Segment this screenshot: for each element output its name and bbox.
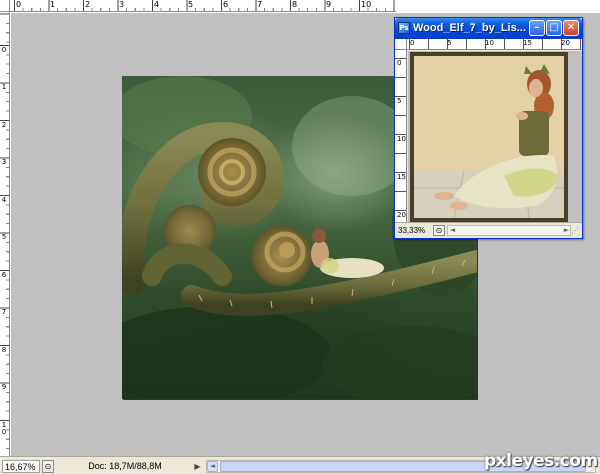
- ruler-top-label: 6: [223, 0, 229, 9]
- ruler-top-label: 5: [188, 0, 194, 9]
- ruler-left-label: 5: [1, 233, 7, 241]
- doc-ruler-top-label: 10: [485, 39, 494, 47]
- wood-elf-image: [414, 56, 564, 218]
- photoshop-workspace: 0 1 2 3 4 5 6 7 8 9 10 0 1 2 3 4 5 6 7 8…: [0, 0, 600, 474]
- status-menu-arrow-icon[interactable]: ▶: [192, 460, 203, 473]
- doc-ruler-corner[interactable]: [395, 39, 407, 50]
- minimize-button[interactable]: –: [529, 20, 545, 36]
- doc-horizontal-ruler[interactable]: 0 5 10 15 20: [407, 39, 582, 50]
- wood-elf-photo[interactable]: [410, 52, 568, 222]
- doc-ruler-left-label: 5: [397, 97, 402, 105]
- document-size-info: Doc: 18,7M/88,8M: [88, 461, 162, 471]
- window-titlebar[interactable]: Ps Wood_Elf_7_by_Lis... – □ ✕: [395, 18, 582, 39]
- ruler-left-label: 1: [1, 83, 7, 91]
- ruler-left-label: 3: [1, 158, 7, 166]
- ruler-top-label: 8: [292, 0, 298, 9]
- ruler-left-label: 6: [1, 271, 7, 279]
- window-title: Wood_Elf_7_by_Lis...: [413, 22, 526, 34]
- resize-grip-icon[interactable]: ⋰: [571, 226, 581, 236]
- doc-zoom-level[interactable]: 33,33%: [398, 225, 432, 237]
- close-button[interactable]: ✕: [563, 20, 579, 36]
- doc-ruler-left-label: 0: [397, 59, 402, 67]
- doc-info-menu-icon[interactable]: ⊙: [433, 225, 445, 236]
- maximize-button[interactable]: □: [546, 20, 562, 36]
- scroll-left-icon[interactable]: ◄: [207, 461, 218, 472]
- ruler-left-label: 2: [1, 121, 7, 129]
- ruler-left-label: 9: [1, 383, 7, 391]
- doc-vertical-ruler[interactable]: 0 5 10 15 20: [395, 50, 407, 232]
- ruler-top-label: 10: [361, 0, 372, 9]
- ruler-top-label: 2: [85, 0, 91, 9]
- doc-canvas-area[interactable]: [408, 51, 582, 232]
- doc-ruler-top-label: 20: [561, 39, 570, 47]
- ruler-left-label: 0: [1, 46, 7, 54]
- doc-ruler-top-label: 5: [447, 39, 452, 47]
- ruler-top-label: 0: [16, 0, 22, 9]
- navigator-icon[interactable]: ⊙: [42, 460, 54, 473]
- photoshop-document-icon[interactable]: Ps: [398, 22, 410, 34]
- ruler-left-label: 4: [1, 196, 7, 204]
- ruler-left-label: 8: [1, 346, 7, 354]
- ruler-left-label: 10: [1, 421, 7, 436]
- vertical-ruler[interactable]: 0 1 2 3 4 5 6 7 8 9 10: [0, 12, 10, 456]
- doc-ruler-top-label: 15: [523, 39, 532, 47]
- ruler-top-label: 4: [154, 0, 160, 9]
- document-window-wood-elf[interactable]: Ps Wood_Elf_7_by_Lis... – □ ✕ 0 5 10 15 …: [394, 17, 583, 239]
- doc-ruler-left-label: 10: [397, 135, 406, 143]
- ruler-top-label: 1: [50, 0, 56, 9]
- doc-status-bar: 33,33% ⊙ ◄ ► ⋰: [395, 222, 582, 238]
- ruler-top-label: 9: [326, 0, 332, 9]
- doc-horizontal-scrollbar[interactable]: [447, 225, 571, 236]
- doc-ruler-top-label: 0: [410, 39, 415, 47]
- pxleyes-watermark: pxleyes.com: [484, 451, 598, 471]
- zoom-level-field[interactable]: 16,67%: [2, 460, 40, 473]
- horizontal-ruler[interactable]: 0 1 2 3 4 5 6 7 8 9 10: [10, 0, 396, 12]
- doc-ruler-left-label: 20: [397, 211, 406, 219]
- scroll-left-icon[interactable]: ◄: [447, 225, 458, 236]
- ruler-corner[interactable]: [0, 0, 10, 12]
- doc-ruler-left-label: 15: [397, 173, 406, 181]
- ruler-left-label: 7: [1, 308, 7, 316]
- ruler-top-label: 7: [257, 0, 263, 9]
- ruler-top-label: 3: [119, 0, 125, 9]
